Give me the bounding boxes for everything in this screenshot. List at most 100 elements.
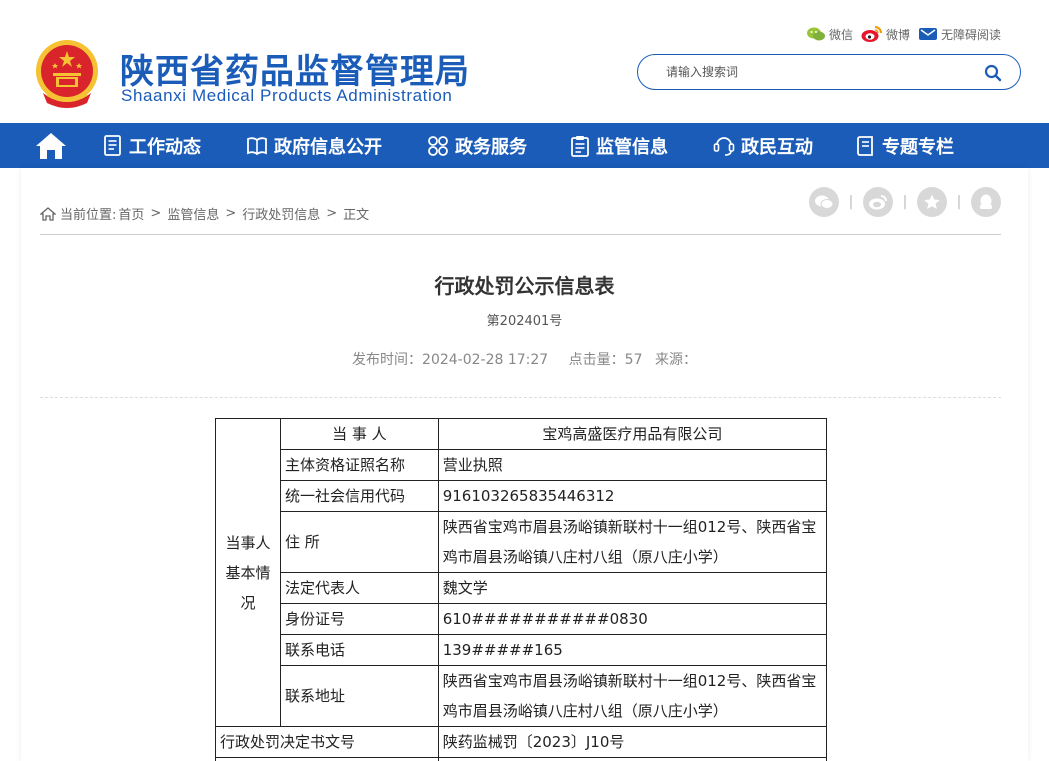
nav-label: 监管信息 bbox=[596, 136, 668, 158]
nav-item-work-news[interactable]: 工作动态 bbox=[103, 123, 201, 168]
table-row: 联系电话 139#####165 bbox=[216, 634, 828, 666]
row-label: 联系电话 bbox=[280, 634, 439, 666]
weibo-icon bbox=[861, 26, 883, 42]
source: 来源： bbox=[654, 352, 697, 368]
nav-item-special-topics[interactable]: 专题专栏 bbox=[856, 123, 954, 168]
meta-divider bbox=[40, 397, 1001, 398]
nav-item-gov-info[interactable]: 政府信息公开 bbox=[246, 123, 382, 168]
nav-item-supervision[interactable]: 监管信息 bbox=[570, 123, 668, 168]
home-icon[interactable] bbox=[35, 131, 67, 161]
group-label-cell: 当事人基本情况 bbox=[215, 418, 281, 727]
home-small-icon bbox=[40, 206, 56, 221]
publish-label: 发布时间： bbox=[352, 352, 423, 368]
nav-label: 工作动态 bbox=[129, 136, 201, 158]
book-icon bbox=[247, 136, 267, 155]
row-label: 法定代表人 bbox=[280, 572, 439, 604]
decision-label-cell: 行政处罚决定书文号 bbox=[215, 726, 439, 758]
weibo-label: 微博 bbox=[886, 27, 911, 42]
clicks-value: 57 bbox=[624, 352, 643, 368]
party-value-cell: 宝鸡高盛医疗用品有限公司 bbox=[437, 418, 828, 450]
share-wechat-button[interactable] bbox=[809, 187, 839, 217]
row-value: 610###########0830 bbox=[437, 603, 828, 635]
row-value: 营业执照 bbox=[437, 449, 828, 481]
breadcrumb: 当前位置: 首页 > 监管信息 > 行政处罚信息 > 正文 bbox=[40, 204, 369, 223]
accessibility-label: 无障碍阅读 bbox=[941, 27, 1002, 42]
table-row: 行政处罚决定书文号 陕药监械罚〔2023〕J10号 bbox=[215, 726, 828, 758]
table-row: 住 所 陕西省宝鸡市眉县汤峪镇新联村十一组012号、陕西省宝鸡市眉县汤峪镇八庄村… bbox=[216, 511, 828, 573]
row-value: 魏文学 bbox=[437, 572, 828, 604]
row-value: 916103265835446312 bbox=[437, 480, 828, 512]
party-label-cell: 当 事 人 bbox=[280, 418, 439, 450]
empty-cell bbox=[437, 757, 828, 761]
breadcrumb-home[interactable]: 首页 bbox=[118, 204, 144, 223]
breadcrumb-supervision[interactable]: 监管信息 bbox=[167, 204, 219, 223]
row-label: 统一社会信用代码 bbox=[280, 480, 439, 512]
table-row: 主体资格证照名称 营业执照 bbox=[216, 449, 828, 481]
table-row: 身份证号 610###########0830 bbox=[216, 603, 828, 635]
row-label: 联系地址 bbox=[280, 665, 439, 727]
weibo-icon bbox=[869, 195, 887, 210]
wechat-link[interactable]: 微信 bbox=[806, 26, 853, 43]
wechat-icon bbox=[815, 195, 834, 209]
share-separator: | bbox=[848, 194, 854, 210]
national-emblem-icon bbox=[36, 40, 98, 108]
breadcrumb-current: 正文 bbox=[343, 208, 370, 223]
table-row bbox=[215, 757, 828, 761]
table-row: 法定代表人 魏文学 bbox=[216, 572, 828, 604]
breadcrumb-prefix: 当前位置: bbox=[60, 208, 117, 223]
qq-icon bbox=[979, 194, 993, 209]
nav-label: 政府信息公开 bbox=[274, 136, 382, 158]
weibo-link[interactable]: 微博 bbox=[861, 25, 910, 43]
click-count: 点击量：57 bbox=[561, 352, 643, 368]
star-icon bbox=[924, 194, 940, 209]
site-header: 陕西省药品监督管理局 Shaanxi Medical Products Admi… bbox=[0, 0, 1049, 123]
table-row: 当事人基本情况 当 事 人 宝鸡高盛医疗用品有限公司 bbox=[215, 418, 828, 727]
document-list-icon bbox=[104, 134, 121, 156]
accessibility-link[interactable]: 无障碍阅读 bbox=[918, 26, 1001, 43]
breadcrumb-penalty[interactable]: 行政处罚信息 bbox=[242, 204, 320, 223]
search-input[interactable] bbox=[666, 63, 966, 81]
search-icon[interactable] bbox=[984, 64, 1002, 82]
share-separator: | bbox=[956, 194, 962, 210]
grid-icon bbox=[428, 135, 448, 156]
publish-time: 发布时间：2024-02-28 17:27 bbox=[352, 352, 548, 368]
row-label: 主体资格证照名称 bbox=[280, 449, 439, 481]
row-value: 139#####165 bbox=[437, 634, 828, 666]
site-title-en: Shaanxi Medical Products Administration bbox=[121, 86, 453, 105]
breadcrumb-separator: > bbox=[326, 206, 338, 221]
nav-label: 政务服务 bbox=[455, 136, 527, 158]
main-nav: 工作动态 政府信息公开 政务服务 监管信息 政民互动 专题专栏 bbox=[0, 123, 1049, 168]
row-value: 陕西省宝鸡市眉县汤峪镇新联村十一组012号、陕西省宝鸡市眉县汤峪镇八庄村八组（原… bbox=[437, 665, 828, 727]
row-value: 陕西省宝鸡市眉县汤峪镇新联村十一组012号、陕西省宝鸡市眉县汤峪镇八庄村八组（原… bbox=[437, 511, 828, 573]
article-number: 第202401号 bbox=[486, 314, 563, 329]
decision-value-cell: 陕药监械罚〔2023〕J10号 bbox=[437, 726, 828, 758]
nav-label: 政民互动 bbox=[741, 136, 813, 158]
article-title: 行政处罚公示信息表 bbox=[434, 274, 615, 298]
breadcrumb-divider bbox=[40, 234, 1001, 235]
nav-item-interaction[interactable]: 政民互动 bbox=[713, 123, 813, 168]
nav-item-gov-service[interactable]: 政务服务 bbox=[427, 123, 527, 168]
top-links: 微信 微博 无障碍阅读 bbox=[806, 24, 1009, 44]
share-bar: | | | bbox=[809, 187, 1001, 217]
interaction-icon bbox=[713, 136, 735, 156]
wechat-label: 微信 bbox=[829, 27, 854, 42]
share-weibo-button[interactable] bbox=[863, 187, 893, 217]
row-label: 住 所 bbox=[280, 511, 439, 573]
wechat-icon bbox=[807, 27, 825, 41]
penalty-info-table: 当事人基本情况 当 事 人 宝鸡高盛医疗用品有限公司 主体资格证照名称 营业执照… bbox=[215, 418, 828, 761]
breadcrumb-separator: > bbox=[150, 206, 162, 221]
row-label: 身份证号 bbox=[280, 603, 439, 635]
share-separator: | bbox=[902, 194, 908, 210]
article-meta: 发布时间：2024-02-28 17:27 点击量：57 来源： bbox=[0, 349, 1049, 369]
share-qq-button[interactable] bbox=[971, 187, 1001, 217]
favorite-button[interactable] bbox=[917, 187, 947, 217]
nav-label: 专题专栏 bbox=[882, 136, 954, 158]
accessibility-icon bbox=[919, 28, 938, 40]
empty-cell bbox=[215, 757, 439, 761]
clipboard-icon bbox=[571, 135, 589, 157]
table-row: 联系地址 陕西省宝鸡市眉县汤峪镇新联村十一组012号、陕西省宝鸡市眉县汤峪镇八庄… bbox=[216, 665, 828, 727]
table-row: 统一社会信用代码 916103265835446312 bbox=[216, 480, 828, 512]
notebook-icon bbox=[857, 135, 873, 156]
publish-time-value: 2024-02-28 17:27 bbox=[422, 352, 549, 368]
breadcrumb-separator: > bbox=[225, 206, 237, 221]
